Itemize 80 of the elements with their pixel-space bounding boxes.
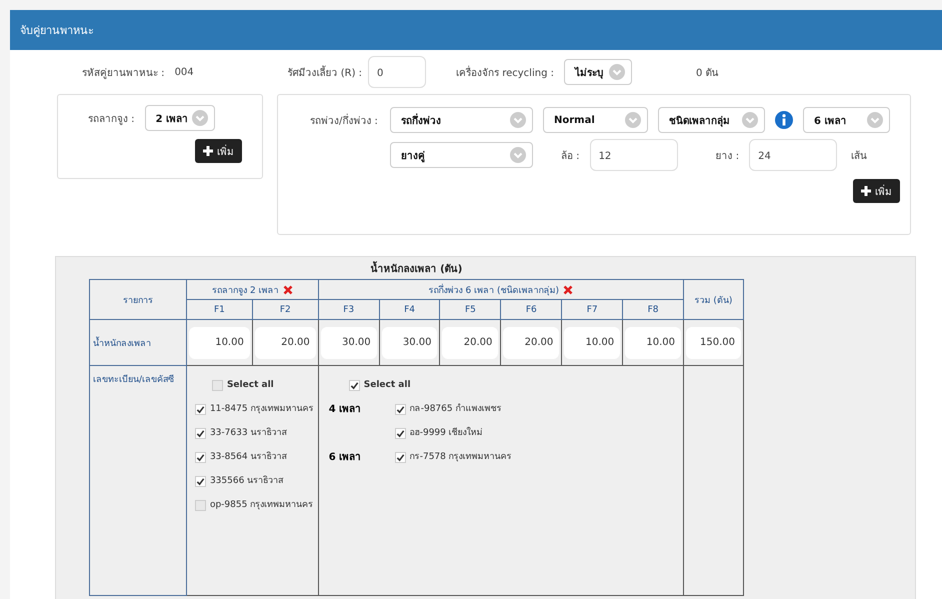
weight-input[interactable]: 30.00 xyxy=(382,326,438,358)
weight-input[interactable]: 10.00 xyxy=(564,326,620,358)
tractor-select[interactable]: 2 เพลา xyxy=(144,105,215,131)
field-label: รถลากจูง : xyxy=(88,112,135,126)
column-header: รายการ xyxy=(90,280,186,320)
caret-icon xyxy=(192,110,208,126)
plate-label: อฮ-9999 เชียงใหม่ xyxy=(410,426,483,440)
code-value: 004 xyxy=(174,66,195,78)
column-header: F7 xyxy=(562,300,623,320)
trailer-mode-select[interactable]: Normal xyxy=(543,107,648,133)
column-header: F1 xyxy=(186,300,252,320)
recycling-select[interactable]: ไม่ระบุ xyxy=(564,59,632,85)
info-icon[interactable] xyxy=(775,111,793,129)
group-header: รถกึ่งพ่วง 6 เพลา (ชนิดเพลากลุ่ม) xyxy=(318,280,684,300)
row-label: เลขทะเบียน/เลขคัสซี xyxy=(90,366,186,596)
column-header: F4 xyxy=(379,300,440,320)
axle-label: 4 เพลา xyxy=(328,403,362,417)
column-header: รวม (ตัน) xyxy=(683,280,744,320)
remove-icon[interactable] xyxy=(282,285,293,296)
field-label: รถพ่วง/กึ่งพ่วง : xyxy=(310,112,379,128)
plate-label: 33-7633 นราธิวาส xyxy=(210,426,286,440)
field-label: รัศมีวงเลี้ยว (R) : xyxy=(288,64,362,80)
plate-label: กล-98765 กำแพงเพชร xyxy=(410,402,502,416)
radius-input[interactable]: 0 xyxy=(368,56,426,88)
remove-icon[interactable] xyxy=(563,285,574,296)
group-header: รถลากจูง 2 เพลา xyxy=(186,280,318,300)
checkbox[interactable] xyxy=(348,380,360,391)
tons-value: 0 ตัน xyxy=(696,66,719,80)
checkbox[interactable] xyxy=(194,428,206,439)
column-header: F5 xyxy=(440,300,501,320)
total-value: 150.00 xyxy=(686,326,741,358)
axle-count-select[interactable]: 6 เพลา xyxy=(803,107,890,133)
tire-select[interactable]: ยางคู่ xyxy=(390,142,533,168)
column-header: F3 xyxy=(318,300,380,320)
column-header: F6 xyxy=(500,300,562,320)
field-label: ล้อ : xyxy=(561,150,580,162)
plate-label: 11-8475 กรุงเทพมหานคร xyxy=(210,403,314,416)
plate-label: 33-8564 นราธิวาส xyxy=(210,450,286,464)
plate-label: 335566 นราธิวาส xyxy=(210,474,284,488)
caret-icon xyxy=(867,112,883,128)
column-header: F2 xyxy=(252,300,318,320)
field-label: เครื่องจักร recycling : xyxy=(456,64,554,80)
field-label: รหัสคู่ยานพาหนะ : xyxy=(82,66,165,80)
checkbox[interactable] xyxy=(212,380,223,391)
unit-label: เส้น xyxy=(851,150,868,162)
caret-icon xyxy=(510,112,526,128)
wheel-input[interactable]: 12 xyxy=(590,139,678,171)
checkbox[interactable] xyxy=(194,500,206,511)
plus-icon xyxy=(861,186,871,196)
tire-input[interactable]: 24 xyxy=(749,139,838,171)
trailer-type-select[interactable]: รถกึ่งพ่วง xyxy=(390,107,533,133)
table-title: น้ำหนักลงเพลา (ตัน) xyxy=(89,261,744,279)
weight-input[interactable]: 20.00 xyxy=(442,326,498,358)
select-all-label: Select all xyxy=(226,379,274,392)
plus-icon xyxy=(203,146,213,156)
axle-type-select[interactable]: ชนิดเพลากลุ่ม xyxy=(658,107,765,133)
checkbox[interactable] xyxy=(194,476,206,487)
select-all-label: Select all xyxy=(364,379,411,392)
caret-icon xyxy=(608,64,625,80)
caret-icon xyxy=(742,112,758,128)
caret-icon xyxy=(625,112,641,128)
weight-input[interactable]: 10.00 xyxy=(625,326,681,358)
row-label: น้ำหนักลงเพลา xyxy=(90,320,186,366)
field-label: ยาง : xyxy=(716,150,740,162)
checkbox[interactable] xyxy=(394,404,406,415)
checkbox[interactable] xyxy=(194,452,206,463)
weight-input[interactable]: 20.00 xyxy=(503,326,560,358)
checkbox[interactable] xyxy=(394,428,406,439)
checkbox[interactable] xyxy=(394,452,406,463)
plate-label: op-9855 กรุงเทพมหานคร xyxy=(210,499,314,512)
axle-label: 6 เพลา xyxy=(328,451,362,465)
add-button[interactable]: เพิ่ม xyxy=(195,139,242,163)
weight-input[interactable]: 10.00 xyxy=(188,326,250,358)
caret-icon xyxy=(510,147,526,163)
plate-label: กร-7578 กรุงเทพมหานคร xyxy=(410,451,512,464)
add-button[interactable]: เพิ่ม xyxy=(853,179,900,203)
page-header: จับคู่ยานพาหนะ xyxy=(10,10,942,50)
weight-input[interactable]: 20.00 xyxy=(254,326,316,358)
weight-input[interactable]: 30.00 xyxy=(320,326,377,358)
checkbox[interactable] xyxy=(194,404,206,415)
